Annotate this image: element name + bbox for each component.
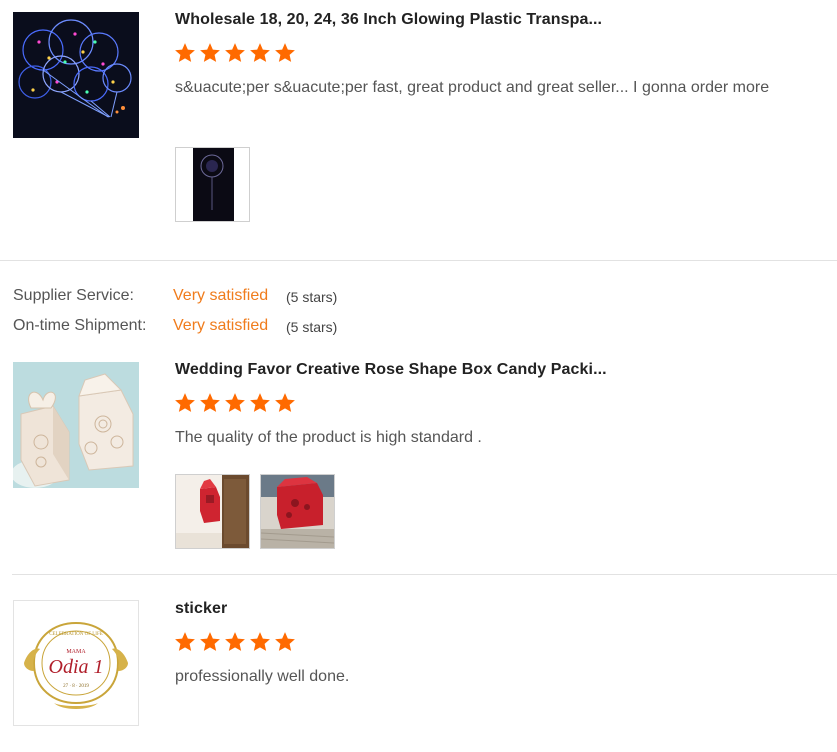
star-rating — [174, 42, 296, 64]
logo-date-text: 27 · 8 · 2019 — [63, 684, 89, 689]
star-rating — [174, 631, 296, 653]
supplier-service-label: Supplier Service: — [13, 287, 134, 304]
star-rating — [174, 392, 296, 414]
logo-top-text: CELEBRATION OF LIFE — [49, 632, 103, 637]
star-icon — [199, 392, 221, 414]
star-icon — [174, 42, 196, 64]
review-text: professionally well done. — [175, 668, 350, 685]
review-photo[interactable] — [175, 147, 250, 222]
shipment-stars: (5 stars) — [286, 319, 338, 335]
supplier-service-stars: (5 stars) — [286, 289, 338, 305]
review-text: The quality of the product is high stand… — [175, 429, 482, 446]
product-image[interactable] — [13, 12, 139, 138]
star-icon — [224, 392, 246, 414]
product-title[interactable]: sticker — [175, 600, 227, 618]
star-icon — [174, 392, 196, 414]
product-title[interactable]: Wedding Favor Creative Rose Shape Box Ca… — [175, 361, 607, 379]
logo-small-text: MAMA — [66, 649, 86, 655]
logo-name-text: Odia 1 — [49, 656, 104, 678]
star-icon — [224, 42, 246, 64]
star-icon — [249, 42, 271, 64]
star-icon — [274, 631, 296, 653]
review-photo[interactable] — [260, 474, 335, 549]
supplier-service-value: Very satisfied — [173, 287, 269, 304]
star-icon — [199, 42, 221, 64]
product-image[interactable]: CELEBRATION OF LIFE MAMA Odia 1 27 · 8 ·… — [13, 600, 139, 726]
review-item: Wholesale 18, 20, 24, 36 Inch Glowing Pl… — [0, 0, 837, 260]
review-text: s&uacute;per s&uacute;per fast, great pr… — [175, 79, 770, 96]
star-icon — [274, 392, 296, 414]
product-image[interactable] — [13, 362, 139, 488]
star-icon — [224, 631, 246, 653]
review-photo[interactable] — [175, 474, 250, 549]
star-icon — [199, 631, 221, 653]
shipment-value: Very satisfied — [173, 317, 269, 334]
review-item: CELEBRATION OF LIFE MAMA Odia 1 27 · 8 ·… — [0, 575, 837, 752]
star-icon — [274, 42, 296, 64]
product-title[interactable]: Wholesale 18, 20, 24, 36 Inch Glowing Pl… — [175, 11, 602, 29]
review-item: Wedding Favor Creative Rose Shape Box Ca… — [0, 350, 837, 575]
star-icon — [249, 392, 271, 414]
star-icon — [249, 631, 271, 653]
divider — [0, 260, 837, 261]
star-icon — [174, 631, 196, 653]
shipment-label: On-time Shipment: — [13, 317, 147, 334]
